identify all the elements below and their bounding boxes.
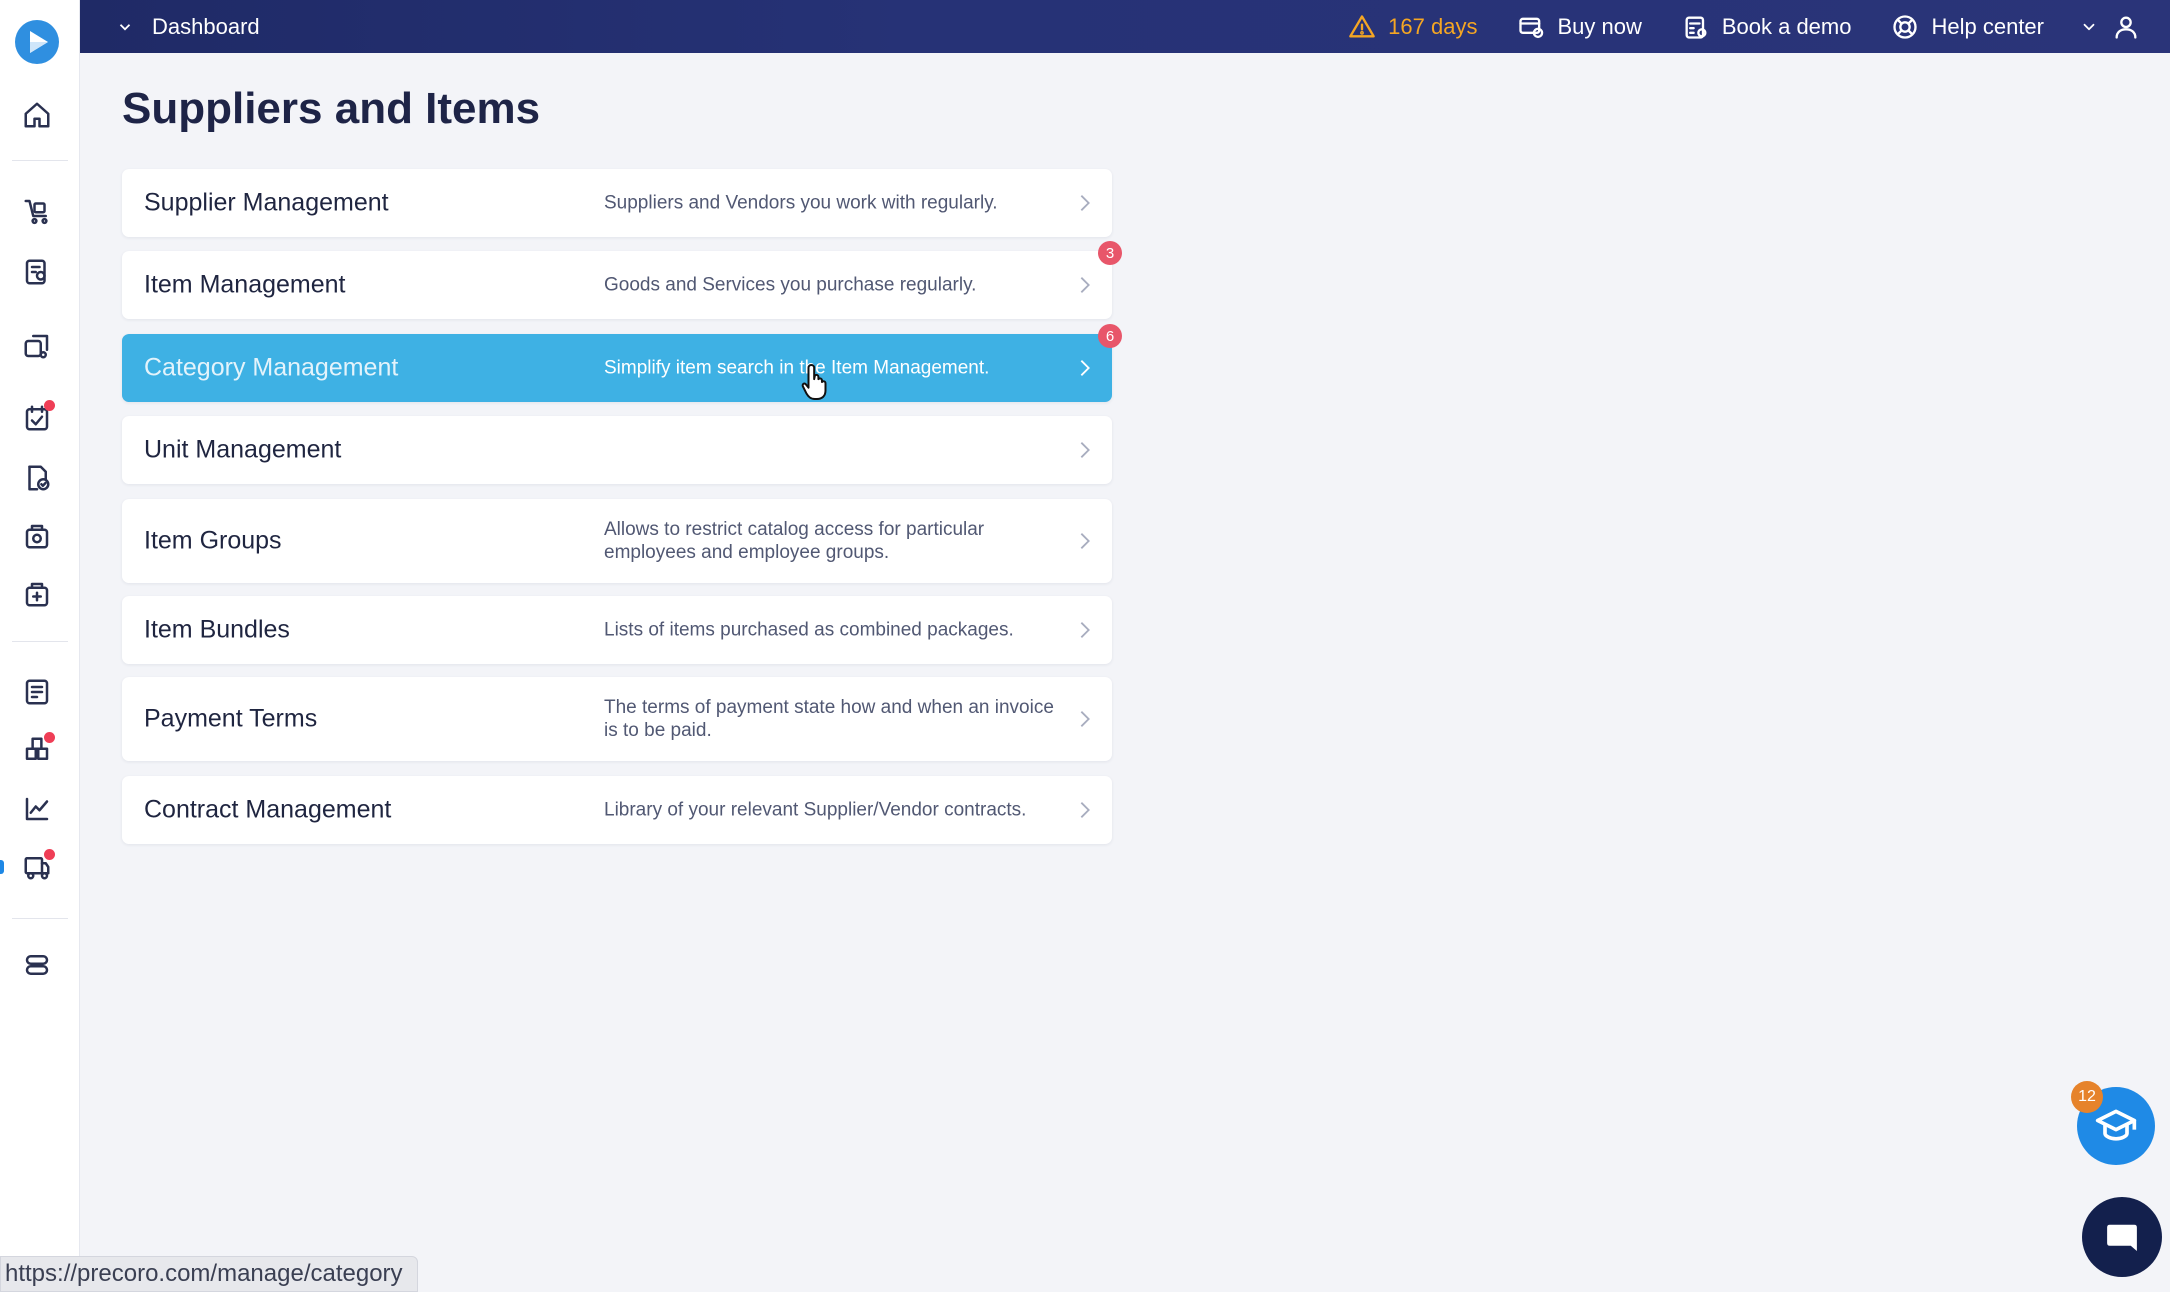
book-demo-label: Book a demo: [1721, 13, 1852, 39]
page-title: Suppliers and Items: [122, 84, 541, 133]
requests-icon[interactable]: [19, 254, 55, 290]
suppliers-and-items-icon[interactable]: [19, 849, 55, 885]
sidebar-divider: [12, 160, 68, 161]
chat-button[interactable]: [2082, 1197, 2162, 1277]
graduation-cap-icon: [2095, 1109, 2137, 1141]
chevron-right-icon: [1074, 708, 1096, 730]
chevron-right-icon: [1074, 274, 1096, 296]
calendar-icon: [1685, 16, 1707, 39]
notification-badge: 3: [1098, 241, 1122, 265]
card-description: Goods and Services you purchase regularl…: [604, 274, 977, 296]
card-item-groups[interactable]: Item Groups Allows to restrict catalog a…: [122, 499, 1112, 583]
breadcrumb[interactable]: Dashboard: [116, 0, 260, 53]
chevron-right-icon: [1074, 357, 1096, 379]
active-section-indicator: [0, 860, 4, 874]
sidebar-divider: [12, 641, 68, 642]
card-title: Item Management: [144, 270, 346, 299]
chevron-right-icon: [1074, 192, 1096, 214]
notification-dot: [44, 732, 55, 743]
lifebuoy-icon: [1893, 14, 1918, 39]
chevron-down-icon: [2083, 23, 2095, 30]
chevron-right-icon: [1074, 530, 1096, 552]
book-demo-button[interactable]: Book a demo: [1682, 13, 1852, 41]
card-supplier-management[interactable]: Supplier Management Suppliers and Vendor…: [122, 169, 1112, 237]
chevron-right-icon: [1074, 799, 1096, 821]
status-bar-url: https://precoro.com/manage/category: [0, 1256, 418, 1292]
budgets-icon[interactable]: [19, 674, 55, 710]
chevron-down-icon: [119, 23, 131, 31]
buy-now-button[interactable]: Buy now: [1517, 13, 1642, 41]
card-item-management[interactable]: Item Management Goods and Services you p…: [122, 241, 1122, 319]
chat-icon: [2107, 1224, 2137, 1251]
sidebar: [0, 0, 80, 1292]
approvals-icon[interactable]: [19, 400, 55, 436]
analytics-icon[interactable]: [19, 791, 55, 827]
expenses-icon[interactable]: [19, 576, 55, 612]
user-icon: [2115, 16, 2137, 39]
hand-cursor-icon: [800, 362, 834, 402]
trial-days-label: 167 days: [1388, 13, 1478, 39]
card-title: Contract Management: [144, 795, 392, 824]
card-title: Category Management: [144, 353, 399, 382]
home-icon[interactable]: [19, 97, 55, 133]
buy-now-label: Buy now: [1557, 13, 1642, 39]
card-payment-terms[interactable]: Payment Terms The terms of payment state…: [122, 677, 1112, 761]
notification-badge: 6: [1098, 324, 1122, 348]
suppliers-icon[interactable]: [19, 328, 55, 364]
card-title: Item Bundles: [144, 615, 290, 644]
card-category-management[interactable]: Category Management Simplify item search…: [122, 324, 1122, 402]
card-contract-management[interactable]: Contract Management Library of your rele…: [122, 776, 1112, 844]
chevron-right-icon: [1074, 439, 1096, 461]
breadcrumb-dashboard[interactable]: Dashboard: [152, 14, 260, 40]
chevron-right-icon: [1074, 619, 1096, 641]
card-icon: [1519, 17, 1544, 38]
trial-days-indicator[interactable]: 167 days: [1348, 13, 1477, 41]
card-description: Lists of items purchased as combined pac…: [604, 619, 1014, 641]
learning-center-button[interactable]: 12: [2071, 1081, 2155, 1165]
top-actions: 167 days Buy now Book a demo Help center: [1308, 0, 2140, 53]
card-title: Payment Terms: [144, 704, 318, 733]
card-description: Suppliers and Vendors you work with regu…: [604, 192, 998, 214]
precoro-logo-icon[interactable]: [14, 19, 60, 65]
card-title: Unit Management: [144, 435, 342, 464]
learning-badge: 12: [2071, 1081, 2103, 1113]
notification-dot: [44, 849, 55, 860]
settings-toggle-icon[interactable]: [19, 947, 55, 983]
sidebar-divider: [12, 918, 68, 919]
user-menu[interactable]: [2080, 13, 2140, 41]
card-title: Item Groups: [144, 526, 282, 555]
invoices-icon[interactable]: [19, 460, 55, 496]
card-unit-management[interactable]: Unit Management: [122, 416, 1112, 484]
warning-icon: [1349, 14, 1375, 37]
card-title: Supplier Management: [144, 188, 389, 217]
help-center-button[interactable]: Help center: [1891, 13, 2044, 41]
purchase-cart-icon[interactable]: [19, 193, 55, 229]
receipts-icon[interactable]: [19, 518, 55, 554]
card-description: The terms of payment state how and when …: [604, 697, 1054, 741]
card-description: Library of your relevant Supplier/Vendor…: [604, 799, 1027, 821]
card-item-bundles[interactable]: Item Bundles Lists of items purchased as…: [122, 596, 1112, 664]
notification-dot: [44, 400, 55, 411]
help-center-label: Help center: [1931, 13, 2044, 39]
top-bar: Dashboard 167 days Buy now Book a demo H…: [80, 0, 2170, 53]
inventory-icon[interactable]: [19, 732, 55, 768]
card-description: Allows to restrict catalog access for pa…: [604, 519, 985, 563]
